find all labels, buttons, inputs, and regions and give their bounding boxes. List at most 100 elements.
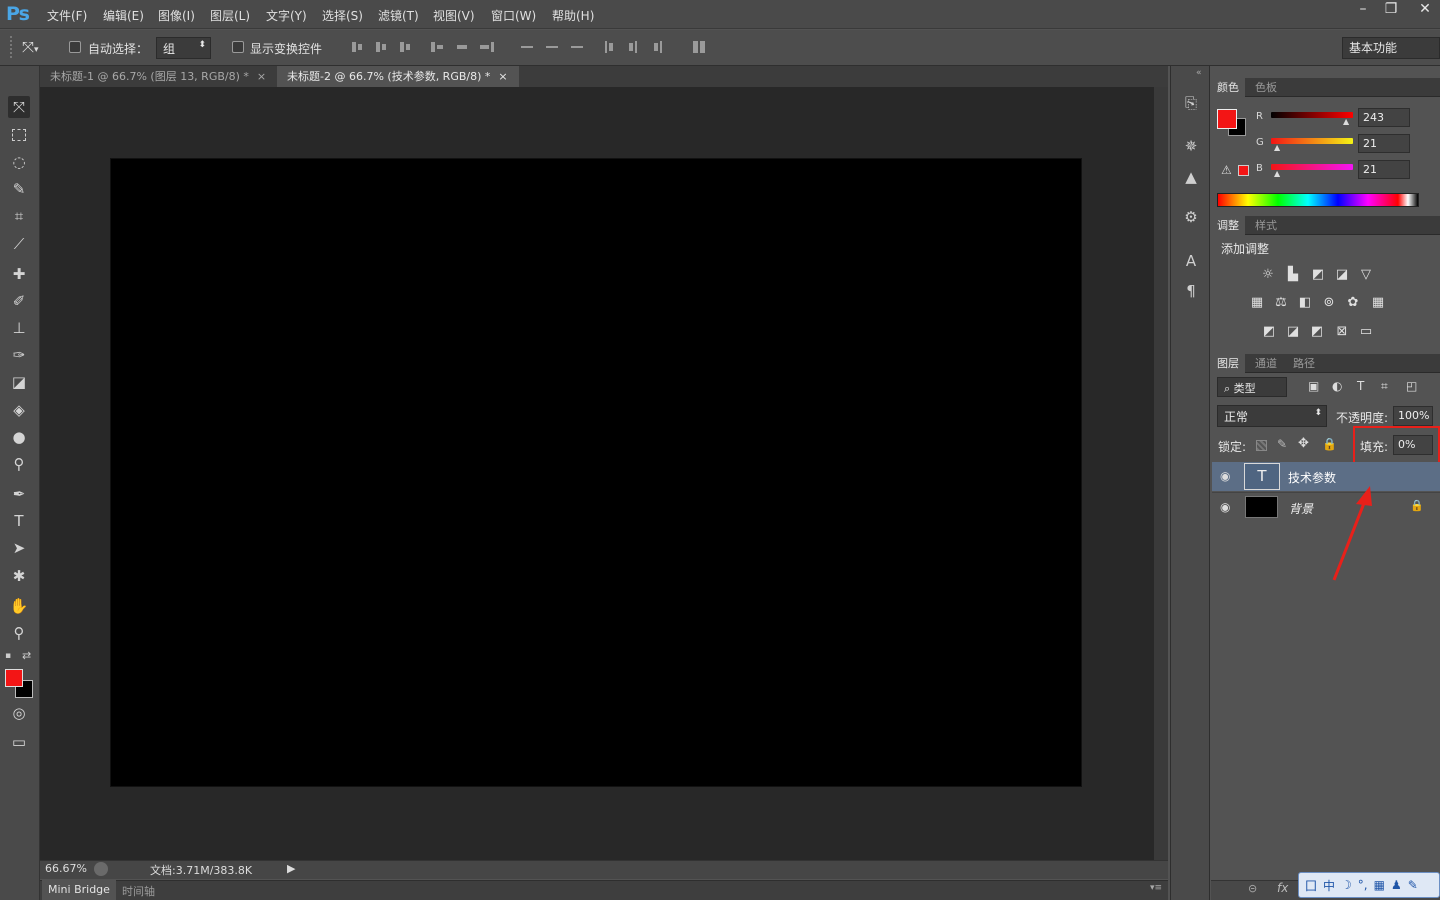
- close-button[interactable]: ✕: [1412, 0, 1438, 20]
- curves-icon[interactable]: ◩: [1310, 267, 1326, 282]
- invert-icon[interactable]: ◩: [1261, 324, 1277, 339]
- threshold-icon[interactable]: ◩: [1309, 324, 1325, 339]
- gamut-color-swatch[interactable]: [1238, 165, 1249, 176]
- filter-pixel-icon[interactable]: ▣: [1308, 379, 1319, 393]
- hand-tool-icon[interactable]: ✋: [8, 595, 30, 617]
- crop-tool-icon[interactable]: ⌗: [8, 205, 30, 227]
- align-hcenter-icon[interactable]: [455, 40, 469, 54]
- tab-color[interactable]: 颜色: [1211, 78, 1245, 97]
- tab-swatches[interactable]: 色板: [1249, 78, 1283, 97]
- align-bottom-icon[interactable]: [398, 40, 412, 54]
- dodge-tool-icon[interactable]: ⚲: [8, 453, 30, 475]
- link-layers-icon[interactable]: ⊝: [1248, 882, 1257, 895]
- channel-b-handle-icon[interactable]: ▲: [1274, 169, 1280, 178]
- channel-g-handle-icon[interactable]: ▲: [1274, 143, 1280, 152]
- layer-name[interactable]: 背景: [1289, 500, 1313, 517]
- menu-file[interactable]: 文件(F): [47, 7, 87, 24]
- blend-mode-dropdown[interactable]: 正常 ⬍: [1217, 405, 1327, 427]
- menu-type[interactable]: 文字(Y): [266, 7, 307, 24]
- show-transform-checkbox[interactable]: [232, 41, 244, 53]
- tab-mini-bridge[interactable]: Mini Bridge: [42, 880, 116, 900]
- vertical-scrollbar[interactable]: [1154, 87, 1168, 860]
- align-top-icon[interactable]: [350, 40, 364, 54]
- quick-mask-icon[interactable]: ◎: [8, 702, 30, 724]
- move-tool-icon[interactable]: ⤧: [8, 96, 30, 118]
- paint-bucket-tool-icon[interactable]: ◈: [8, 399, 30, 421]
- filter-type-icon[interactable]: T: [1357, 379, 1364, 393]
- paragraph-panel-icon[interactable]: ¶: [1180, 280, 1202, 302]
- ime-settings-icon[interactable]: ✎: [1408, 878, 1418, 892]
- tab-layers[interactable]: 图层: [1211, 354, 1245, 373]
- panel-menu-icon[interactable]: ▾≡: [1150, 883, 1162, 893]
- selective-color-icon[interactable]: ⊠: [1334, 324, 1350, 339]
- channel-r-slider[interactable]: [1271, 112, 1353, 118]
- quick-select-tool-icon[interactable]: ✎: [8, 178, 30, 200]
- screen-mode-icon[interactable]: ▭: [8, 731, 30, 753]
- visibility-eye-icon[interactable]: ◉: [1220, 500, 1230, 514]
- posterize-icon[interactable]: ◪: [1285, 324, 1301, 339]
- menu-window[interactable]: 窗口(W): [491, 7, 536, 24]
- color-lookup-icon[interactable]: ▦: [1370, 295, 1386, 310]
- distribute-right-icon[interactable]: [651, 40, 665, 54]
- stamp-tool-icon[interactable]: ⊥: [8, 317, 30, 339]
- ime-chinese-mode[interactable]: 中: [1323, 877, 1335, 894]
- menu-select[interactable]: 选择(S): [322, 7, 363, 24]
- tab-paths[interactable]: 路径: [1287, 354, 1321, 373]
- menu-filter[interactable]: 滤镜(T): [378, 7, 419, 24]
- opacity-input[interactable]: 100%: [1393, 406, 1433, 426]
- gamut-warning-icon[interactable]: ⚠: [1221, 163, 1232, 177]
- minimize-button[interactable]: –: [1350, 0, 1376, 20]
- hue-saturation-icon[interactable]: ▦: [1249, 295, 1265, 310]
- channel-g-slider[interactable]: [1271, 138, 1353, 144]
- filter-shape-icon[interactable]: ⌗: [1381, 379, 1388, 394]
- status-preview-icon[interactable]: [94, 862, 108, 876]
- distribute-bottom-icon[interactable]: [570, 40, 584, 54]
- align-right-icon[interactable]: [480, 40, 494, 54]
- channel-mixer-icon[interactable]: ✿: [1345, 295, 1361, 310]
- filter-adjustment-icon[interactable]: ◐: [1332, 379, 1342, 393]
- distribute-top-icon[interactable]: [520, 40, 534, 54]
- auto-align-icon[interactable]: [692, 40, 706, 54]
- ime-keyboard-icon[interactable]: ▦: [1374, 878, 1385, 892]
- exposure-icon[interactable]: ◪: [1334, 267, 1350, 282]
- foreground-color-swatch[interactable]: [5, 669, 23, 687]
- menu-layer[interactable]: 图层(L): [210, 7, 250, 24]
- character-panel-icon[interactable]: A: [1180, 250, 1202, 272]
- tab-channels[interactable]: 通道: [1249, 354, 1283, 373]
- restore-button[interactable]: ❐: [1378, 0, 1404, 20]
- lasso-tool-icon[interactable]: ◌: [8, 151, 30, 173]
- color-balance-icon[interactable]: ⚖: [1273, 295, 1289, 310]
- lock-all-icon[interactable]: 🔒: [1322, 437, 1337, 451]
- swap-colors-icon[interactable]: ⇄: [22, 649, 31, 662]
- gradient-map-icon[interactable]: ▭: [1358, 324, 1374, 339]
- close-tab-icon[interactable]: ×: [257, 70, 266, 83]
- auto-select-checkbox[interactable]: [69, 41, 81, 53]
- close-tab-icon[interactable]: ×: [498, 70, 507, 83]
- layer-style-fx-icon[interactable]: fx: [1277, 881, 1288, 895]
- tab-document-1[interactable]: 未标题-1 @ 66.7% (图层 13, RGB/8) * ×: [40, 66, 276, 87]
- history-brush-tool-icon[interactable]: ✑: [8, 344, 30, 366]
- type-tool-icon[interactable]: T: [8, 510, 30, 532]
- distribute-left-icon[interactable]: [602, 40, 616, 54]
- align-vcenter-icon[interactable]: [374, 40, 388, 54]
- lock-pixels-icon[interactable]: ✎: [1277, 437, 1287, 451]
- channel-r-handle-icon[interactable]: ▲: [1343, 117, 1349, 126]
- menu-image[interactable]: 图像(I): [158, 7, 195, 24]
- ime-punctuation-icon[interactable]: °,: [1358, 878, 1368, 892]
- channel-g-input[interactable]: 21: [1358, 134, 1410, 153]
- channel-b-input[interactable]: 21: [1358, 160, 1410, 179]
- tab-document-2[interactable]: 未标题-2 @ 66.7% (技术参数, RGB/8) * ×: [277, 66, 519, 87]
- ime-logo-icon[interactable]: 囗: [1305, 877, 1317, 894]
- pen-tool-icon[interactable]: ✒: [8, 483, 30, 505]
- shape-tool-icon[interactable]: ✱: [8, 565, 30, 587]
- auto-select-dropdown[interactable]: 组 ⬍: [156, 37, 211, 59]
- layer-filter-dropdown[interactable]: ⌕ 类型: [1217, 377, 1287, 397]
- black-white-icon[interactable]: ◧: [1297, 295, 1313, 310]
- document-canvas[interactable]: [111, 159, 1081, 786]
- lock-position-icon[interactable]: ✥: [1298, 436, 1309, 451]
- status-menu-arrow-icon[interactable]: ▶: [287, 862, 295, 875]
- zoom-level[interactable]: 66.67%: [45, 862, 87, 875]
- color-panel-foreground-swatch[interactable]: [1217, 109, 1237, 129]
- marquee-tool-icon[interactable]: [8, 124, 30, 146]
- navigator-panel-icon[interactable]: ✵: [1180, 135, 1202, 157]
